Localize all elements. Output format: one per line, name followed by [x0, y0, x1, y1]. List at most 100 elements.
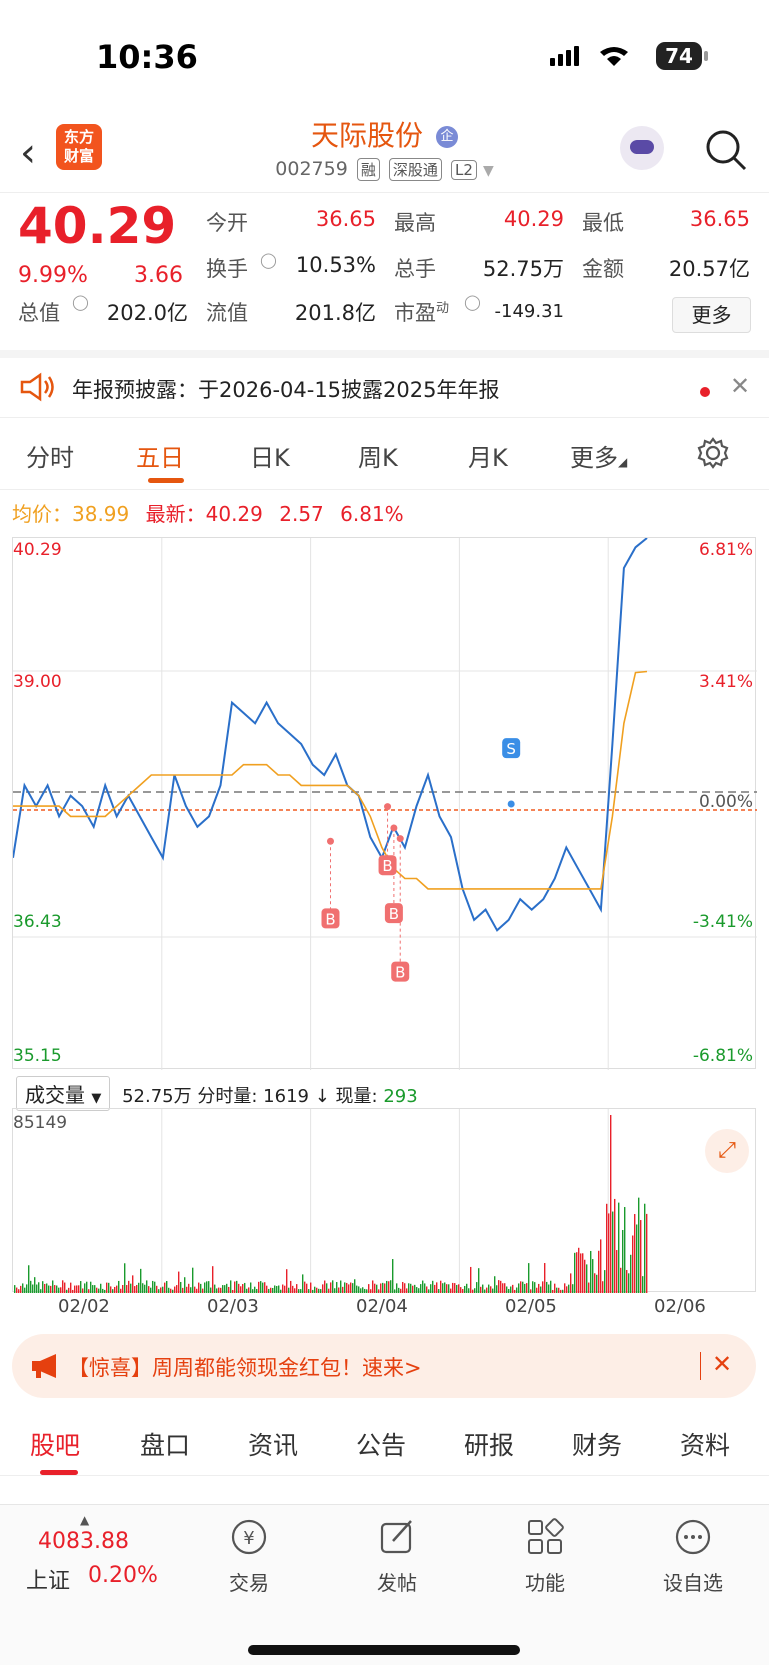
grid-icon: [528, 1518, 564, 1554]
volume-bar: [206, 1281, 208, 1293]
volume-bar: [42, 1281, 44, 1293]
index-value[interactable]: 4083.88: [38, 1529, 129, 1554]
volume-bar: [170, 1288, 172, 1293]
trade-button[interactable]: ¥ 交易: [204, 1515, 294, 1596]
y-label-right: -6.81%: [692, 1046, 753, 1066]
volume-bar: [560, 1289, 562, 1293]
volume-bar: [156, 1285, 158, 1293]
volume-bar: [210, 1287, 212, 1293]
volume-bar: [146, 1280, 148, 1293]
volume-bar: [458, 1284, 460, 1293]
add-watchlist-button[interactable]: 设自选: [648, 1515, 738, 1596]
volume-bar: [272, 1287, 274, 1293]
tab-daily-k[interactable]: 日K: [250, 438, 290, 473]
tab-more[interactable]: 更多◢: [570, 438, 627, 473]
volume-bar: [646, 1213, 648, 1293]
notice-bar[interactable]: 年报预披露：于2026-04-15披露2025年年报 ✕: [0, 350, 769, 418]
trade-point: [507, 800, 515, 808]
volume-bar: [132, 1275, 134, 1293]
yen-cycle-icon: ¥: [231, 1519, 267, 1555]
volume-bar: [184, 1277, 186, 1293]
tab-monthly-k[interactable]: 月K: [468, 438, 508, 473]
volume-bar: [124, 1263, 126, 1293]
volume-bar: [182, 1287, 184, 1293]
price-chart[interactable]: B B B B S 40.29 39.00 36.43 35.15 6.81% 3.41…: [12, 537, 757, 1070]
tick-volume: 1619: [263, 1086, 309, 1107]
volume-bar: [448, 1284, 450, 1293]
latest-value: 40.29: [205, 502, 263, 526]
volume-bar: [624, 1207, 626, 1293]
assistant-avatar-icon[interactable]: [620, 126, 664, 170]
promo-banner[interactable]: 【惊喜】周周都能领现金红包！速来> ✕: [12, 1334, 756, 1398]
volume-bar: [446, 1284, 448, 1293]
volume-bar: [320, 1289, 322, 1293]
tab-weekly-k[interactable]: 周K: [358, 438, 398, 473]
tab-research[interactable]: 研报: [464, 1426, 514, 1462]
close-icon[interactable]: ✕: [712, 1350, 732, 1378]
tab-order-book[interactable]: 盘口: [140, 1426, 190, 1462]
volume-bar: [390, 1280, 392, 1293]
tab-news[interactable]: 资讯: [248, 1426, 298, 1462]
volume-bar: [120, 1288, 122, 1293]
volume-bar: [500, 1280, 502, 1293]
volume-bar: [288, 1287, 290, 1293]
volume-chart[interactable]: 85149 ⤢: [12, 1108, 756, 1293]
functions-button[interactable]: 功能: [500, 1515, 590, 1596]
volume-bar: [58, 1287, 60, 1293]
volume-bar: [56, 1285, 58, 1293]
y-label-right: 6.81%: [698, 540, 753, 560]
info-icon[interactable]: ◯: [260, 251, 277, 269]
volume-bar: [274, 1285, 276, 1293]
volume-value: 52.75万: [482, 257, 564, 281]
turnover-value: 10.53%: [295, 253, 376, 277]
volume-bar: [550, 1280, 552, 1293]
volume-bar: [166, 1280, 168, 1293]
change-percent: 9.99%: [18, 263, 88, 288]
volume-bar: [134, 1286, 136, 1293]
volume-bar: [200, 1283, 202, 1293]
index-percent: 0.20%: [88, 1563, 158, 1588]
date-label: 02/05: [505, 1296, 557, 1317]
tab-announcements[interactable]: 公告: [356, 1426, 406, 1462]
volume-bar: [440, 1280, 442, 1293]
volume-bar: [150, 1287, 152, 1293]
more-button[interactable]: 更多: [672, 297, 751, 333]
volume-bar: [240, 1286, 242, 1293]
volume-bar: [540, 1286, 542, 1293]
volume-bar: [608, 1213, 610, 1293]
volume-bar: [412, 1285, 414, 1293]
svg-text:¥: ¥: [243, 1528, 254, 1549]
tab-financials[interactable]: 财务: [572, 1426, 622, 1462]
volume-bar: [486, 1287, 488, 1293]
volume-bar: [360, 1288, 362, 1293]
search-icon[interactable]: [704, 128, 748, 172]
volume-bar: [86, 1281, 88, 1293]
expand-icon[interactable]: ⤢: [705, 1129, 749, 1173]
tab-profile[interactable]: 资料: [680, 1426, 730, 1462]
caret-up-icon[interactable]: ▲: [80, 1513, 89, 1527]
post-button[interactable]: 发帖: [352, 1515, 442, 1596]
volume-bar: [74, 1285, 76, 1293]
tab-forum[interactable]: 股吧: [30, 1426, 80, 1462]
volume-bar: [280, 1289, 282, 1293]
close-icon[interactable]: ✕: [730, 372, 750, 400]
volume-bar: [186, 1286, 188, 1293]
volume-bar: [578, 1247, 580, 1293]
volume-bar: [346, 1282, 348, 1293]
settings-gear-icon[interactable]: [696, 436, 730, 470]
volume-bar: [128, 1280, 130, 1293]
volume-bar: [196, 1288, 198, 1293]
volume-bar: [176, 1285, 178, 1293]
volume-bar: [568, 1284, 570, 1293]
high-label: 最高: [394, 211, 436, 235]
volume-bar: [598, 1250, 600, 1293]
tab-intraday[interactable]: 分时: [26, 438, 74, 473]
info-icon[interactable]: ◯: [464, 293, 481, 311]
active-tab-indicator: [148, 478, 184, 483]
tab-five-day[interactable]: 五日: [136, 438, 184, 473]
volume-bar: [234, 1281, 236, 1293]
volume-bar: [194, 1286, 196, 1293]
volume-bar: [266, 1285, 268, 1293]
y-label-right: 3.41%: [698, 672, 753, 692]
volume-selector[interactable]: 成交量 ▼: [16, 1076, 111, 1111]
